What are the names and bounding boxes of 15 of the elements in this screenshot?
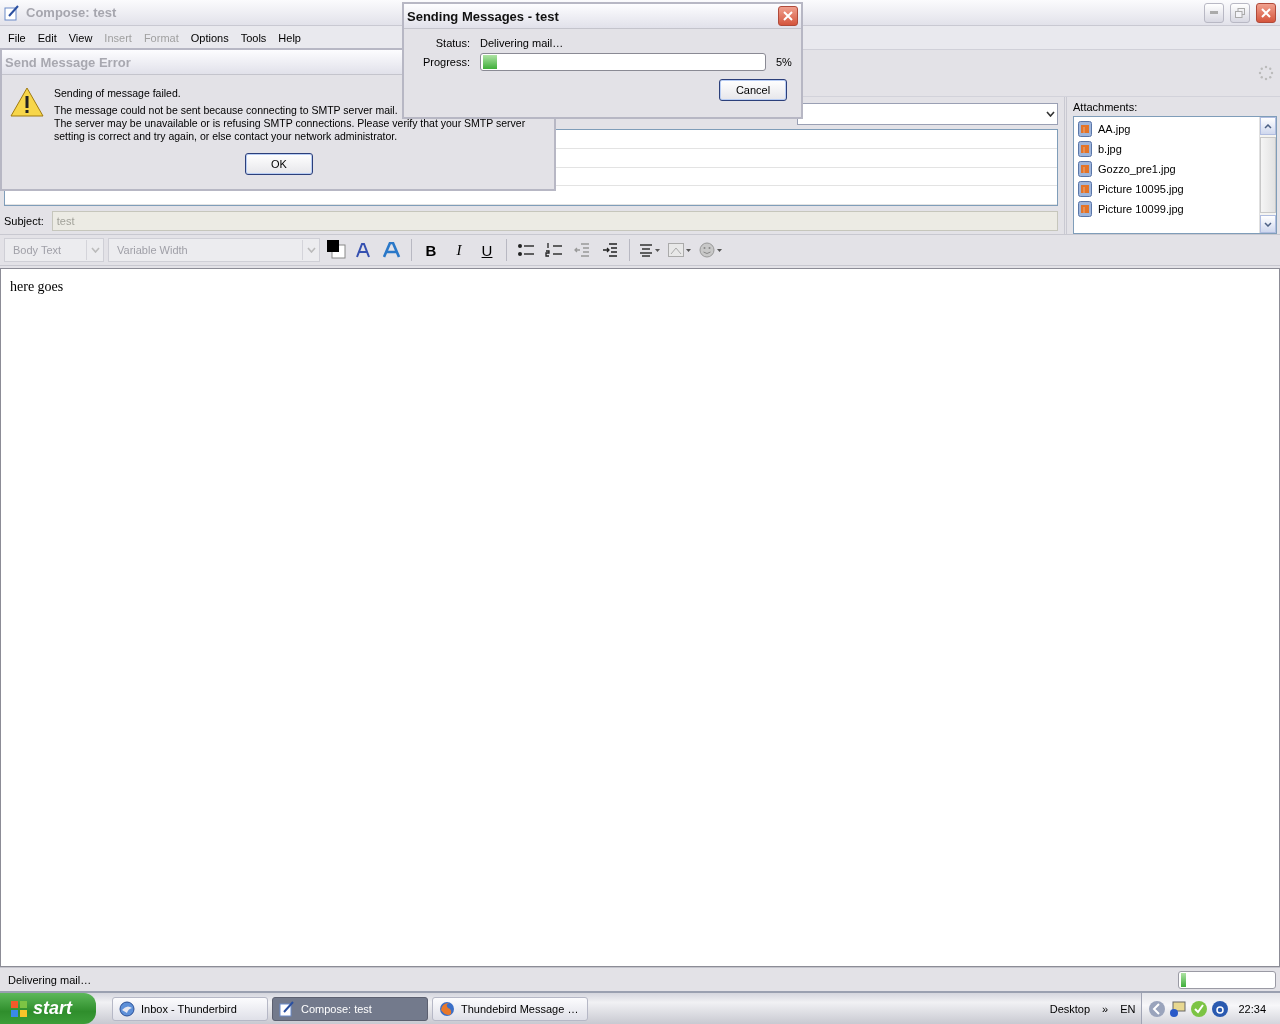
- progress-label: Progress:: [421, 56, 470, 68]
- status-text: Delivering mail…: [8, 973, 92, 986]
- error-message: The message could not be sent because connecting to SMTP server mail.: [54, 104, 399, 117]
- clock: 22:34: [1237, 1002, 1267, 1015]
- dialog-title: Sending Messages - test: [407, 8, 559, 24]
- error-detail: The server may be unavailable or is refusing SMTP connections. Please verify that your SMTP server setting is correct and try again, or else contact your network administrator.: [54, 117, 527, 143]
- progress-percent: 5%: [776, 56, 793, 68]
- attachments-label: Attachments:: [1073, 101, 1139, 113]
- status-value: Delivering mail…: [480, 37, 565, 49]
- error-heading: Sending of message failed.: [54, 87, 181, 100]
- window-title: Compose: test: [26, 5, 117, 20]
- body-text: here goes: [10, 279, 65, 295]
- subject-label: Subject:: [4, 215, 44, 227]
- dialog-title: Send Message Error: [5, 54, 131, 70]
- status-label: Status:: [434, 37, 470, 49]
